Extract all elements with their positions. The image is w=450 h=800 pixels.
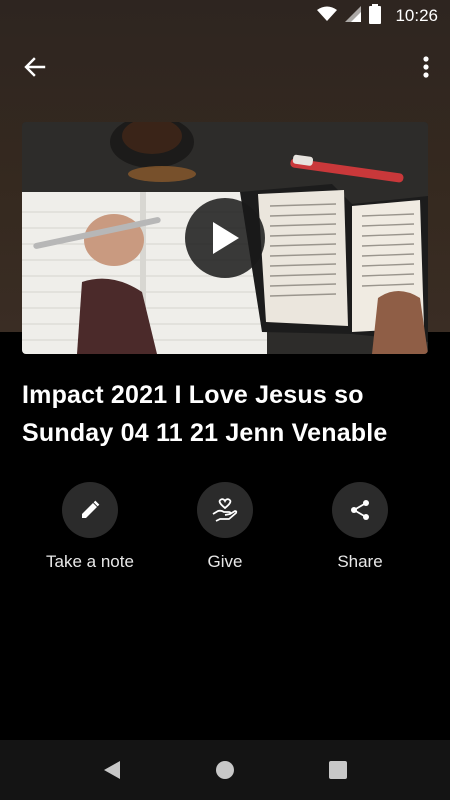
nav-home-button[interactable] <box>205 750 245 790</box>
pencil-icon <box>82 500 100 518</box>
give-circle <box>197 482 253 538</box>
give-heart-hand-icon <box>212 498 238 522</box>
status-time: 10:26 <box>395 6 438 25</box>
give-button[interactable]: Give <box>160 482 290 572</box>
home-circle-icon <box>216 761 234 779</box>
app-bar <box>0 38 450 94</box>
nav-recents-button[interactable] <box>318 750 358 790</box>
play-icon <box>213 222 239 254</box>
take-a-note-button[interactable]: Take a note <box>25 482 155 572</box>
recents-square-icon <box>329 761 347 779</box>
sermon-media-thumbnail[interactable] <box>22 122 428 354</box>
action-row: Take a note Give Share <box>0 482 450 582</box>
give-label: Give <box>207 552 243 571</box>
take-a-note-label: Take a note <box>46 552 134 571</box>
more-vert-icon <box>423 56 429 78</box>
share-icon <box>351 500 369 520</box>
cell-signal-icon <box>345 5 362 27</box>
more-options-button[interactable] <box>410 46 442 88</box>
take-a-note-circle <box>62 482 118 538</box>
system-navigation-bar <box>0 740 450 800</box>
share-label: Share <box>337 552 383 571</box>
arrow-left-icon <box>24 57 46 77</box>
wifi-icon <box>317 6 338 27</box>
share-circle <box>332 482 388 538</box>
status-bar: 10:26 <box>0 0 450 32</box>
share-button[interactable]: Share <box>295 482 425 572</box>
battery-icon <box>369 3 382 29</box>
play-button[interactable] <box>185 198 265 278</box>
back-triangle-icon <box>104 761 120 779</box>
back-button[interactable] <box>14 46 56 88</box>
sermon-title: Impact 2021 I Love Jesus so Sunday 04 11… <box>22 381 388 447</box>
nav-back-button[interactable] <box>92 750 132 790</box>
